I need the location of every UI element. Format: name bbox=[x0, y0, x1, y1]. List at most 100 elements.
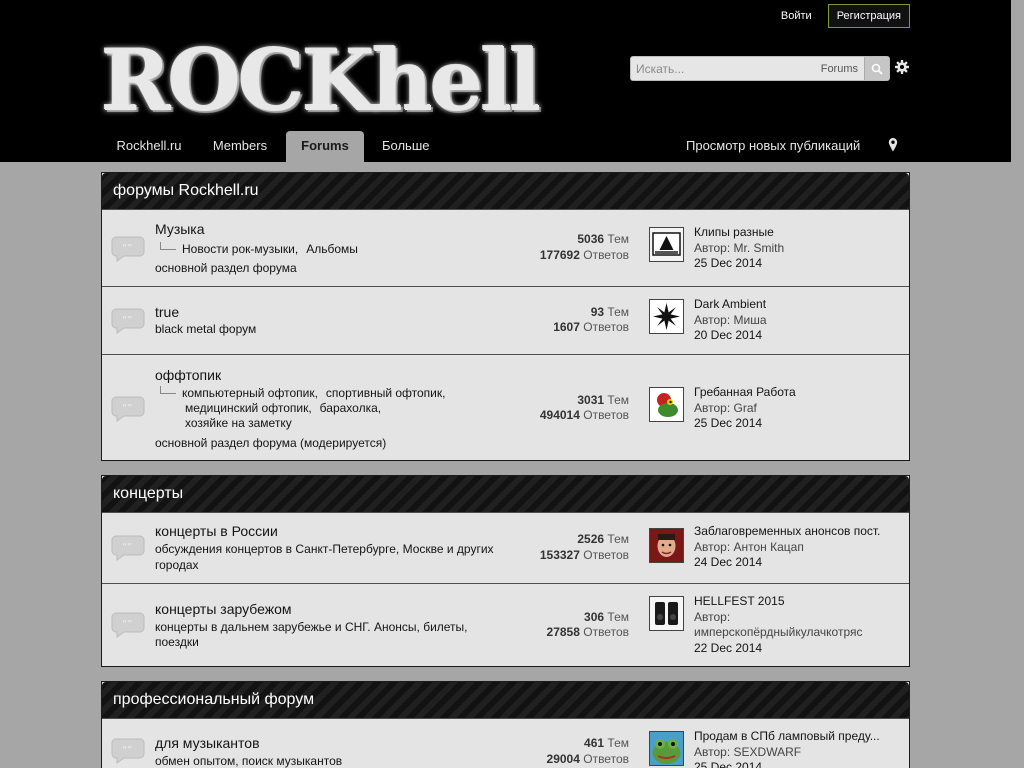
last-post-author[interactable]: Миша bbox=[734, 313, 767, 327]
last-post-author[interactable]: SEXDWARF bbox=[734, 745, 802, 759]
search-button[interactable] bbox=[864, 57, 889, 80]
search-box: Forums bbox=[630, 56, 890, 81]
new-posts-link[interactable]: Просмотр новых публикаций bbox=[686, 131, 860, 162]
last-post-author[interactable]: Антон Кацап bbox=[734, 540, 804, 554]
subforum-link[interactable]: барахолка, bbox=[320, 401, 381, 416]
reply-count-value: 177692 bbox=[539, 248, 580, 262]
last-post-title[interactable]: Продам в СПб ламповый преду... bbox=[694, 729, 904, 745]
last-post-date: 25 Dec 2014 bbox=[694, 760, 763, 768]
forum-description: основной раздел форума (модерируется) bbox=[155, 436, 387, 450]
author-label: Автор: bbox=[694, 609, 731, 624]
topic-count: 461 Тем bbox=[509, 736, 629, 750]
last-post: Dark Ambient Автор: Миша 20 Dec 2014 bbox=[694, 297, 904, 344]
last-post-date: 22 Dec 2014 bbox=[694, 640, 763, 655]
forum-bubble-icon: “” bbox=[111, 308, 145, 334]
svg-text:“”: “” bbox=[122, 403, 132, 414]
topic-count: 2526 Тем bbox=[509, 532, 629, 546]
author-label: Автор: bbox=[694, 312, 731, 327]
forum-description: основной раздел форума bbox=[155, 261, 297, 275]
topic-count-label: Тем bbox=[607, 305, 629, 319]
subforum-link[interactable]: компьютерный офтопик, bbox=[182, 386, 318, 401]
avatar-cartoon-image bbox=[650, 388, 683, 421]
topic-count-value: 2526 bbox=[577, 532, 605, 546]
map-pin-icon bbox=[888, 138, 898, 152]
avatar-frog-image bbox=[650, 732, 683, 765]
avatar[interactable] bbox=[649, 731, 684, 766]
site-logo[interactable]: ROCKhell bbox=[101, 36, 547, 126]
tree-connector bbox=[160, 386, 176, 394]
search-scope[interactable]: Forums bbox=[815, 63, 864, 75]
location-button[interactable] bbox=[887, 137, 899, 153]
last-post-author[interactable]: Graf bbox=[734, 401, 757, 415]
avatar[interactable] bbox=[649, 227, 684, 262]
avatar[interactable] bbox=[649, 596, 684, 631]
subforum-link[interactable]: Новости рок-музыки, bbox=[182, 242, 298, 257]
svg-text:“”: “” bbox=[122, 243, 132, 254]
forum-title[interactable]: true bbox=[155, 304, 179, 320]
forum-title[interactable]: оффтопик bbox=[155, 367, 221, 383]
category-title[interactable]: профессиональный форум bbox=[102, 682, 909, 718]
topic-count: 5036 Тем bbox=[509, 232, 629, 246]
reply-count: 153327 Ответов bbox=[509, 548, 629, 562]
avatar[interactable] bbox=[649, 299, 684, 334]
reply-count: 29004 Ответов bbox=[509, 752, 629, 766]
reply-count-label: Ответов bbox=[583, 548, 629, 562]
last-post-date: 25 Dec 2014 bbox=[694, 416, 763, 430]
subforum-link[interactable]: медицинский офтопик, bbox=[185, 401, 312, 416]
avatar[interactable] bbox=[649, 387, 684, 422]
avatar-star-image bbox=[650, 300, 683, 333]
subforum-list: Новости рок-музыки, Альбомы bbox=[160, 242, 366, 257]
site-header: Войти Регистрация ROCKhell Forums bbox=[0, 0, 1011, 178]
subforum-link[interactable]: хозяйке на заметку bbox=[185, 416, 292, 431]
tab-forums[interactable]: Forums bbox=[286, 131, 364, 162]
tab-rockhell[interactable]: Rockhell.ru bbox=[101, 131, 197, 162]
topic-count-label: Тем bbox=[607, 232, 629, 246]
topic-count-value: 5036 bbox=[577, 232, 605, 246]
forum-title[interactable]: концерты зарубежом bbox=[155, 601, 292, 617]
last-post-title[interactable]: Dark Ambient bbox=[694, 297, 904, 313]
category-concerts: концерты “” концерты в России обсуждения… bbox=[101, 475, 910, 667]
reply-count-label: Ответов bbox=[583, 320, 629, 334]
forum-row: “” Музыка Новости рок-музыки, Альбомы осн… bbox=[102, 209, 909, 286]
last-post-title[interactable]: Клипы разные bbox=[694, 225, 904, 241]
last-post-author[interactable]: имперскопёрдныйкулачкотряс bbox=[694, 625, 863, 639]
topic-count-value: 306 bbox=[584, 610, 605, 624]
last-post: HELLFEST 2015 Автор: имперскопёрдныйкулач… bbox=[694, 594, 904, 656]
forum-bubble-icon: “” bbox=[111, 612, 145, 638]
reply-count-value: 494014 bbox=[539, 408, 580, 422]
last-post-date: 25 Dec 2014 bbox=[694, 256, 763, 270]
last-post-author-line: Автор: Graf bbox=[694, 401, 904, 417]
last-post-title[interactable]: Гребанная Работа bbox=[694, 385, 904, 401]
last-post-title[interactable]: Заблаговременных анонсов пост. bbox=[694, 524, 904, 540]
last-post-author[interactable]: Mr. Smith bbox=[734, 241, 785, 255]
reply-count: 177692 Ответов bbox=[509, 248, 629, 262]
forum-bubble-icon: “” bbox=[111, 236, 145, 262]
last-post-title[interactable]: HELLFEST 2015 bbox=[694, 594, 904, 610]
last-post-author-line: Автор: Mr. Smith bbox=[694, 241, 904, 257]
forum-title[interactable]: Музыка bbox=[155, 221, 205, 237]
tab-more[interactable]: Больше bbox=[371, 131, 445, 178]
topic-count-value: 3031 bbox=[577, 393, 605, 407]
search-input[interactable] bbox=[631, 57, 815, 80]
forum-title[interactable]: концерты в России bbox=[155, 523, 278, 539]
login-link[interactable]: Войти bbox=[773, 5, 820, 27]
topic-count-label: Тем bbox=[607, 736, 629, 750]
tab-more-label: Больше bbox=[382, 138, 430, 153]
reply-count-value: 1607 bbox=[553, 320, 580, 334]
tab-members[interactable]: Members bbox=[197, 131, 283, 162]
search-settings-button[interactable] bbox=[894, 59, 910, 75]
forum-title[interactable]: для музыкантов bbox=[155, 735, 260, 751]
reply-count: 27858 Ответов bbox=[509, 625, 629, 639]
register-button[interactable]: Регистрация bbox=[827, 4, 910, 28]
avatar[interactable] bbox=[649, 528, 684, 563]
subforum-link[interactable]: спортивный офтопик, bbox=[326, 386, 446, 401]
forum-description-line: поездки bbox=[155, 635, 199, 649]
category-title[interactable]: форумы Rockhell.ru bbox=[102, 173, 909, 209]
author-label: Автор: bbox=[694, 240, 731, 255]
main-nav: Rockhell.ru Members Forums Больше Просмо… bbox=[101, 131, 910, 178]
last-post-author-line: Автор: SEXDWARF bbox=[694, 745, 904, 761]
category-title[interactable]: концерты bbox=[102, 476, 909, 512]
subforum-link[interactable]: Альбомы bbox=[306, 242, 358, 257]
forum-row: “” для музыкантов обмен опытом, поиск му… bbox=[102, 718, 909, 768]
forum-row: “” концерты в России обсуждения концерто… bbox=[102, 512, 909, 583]
